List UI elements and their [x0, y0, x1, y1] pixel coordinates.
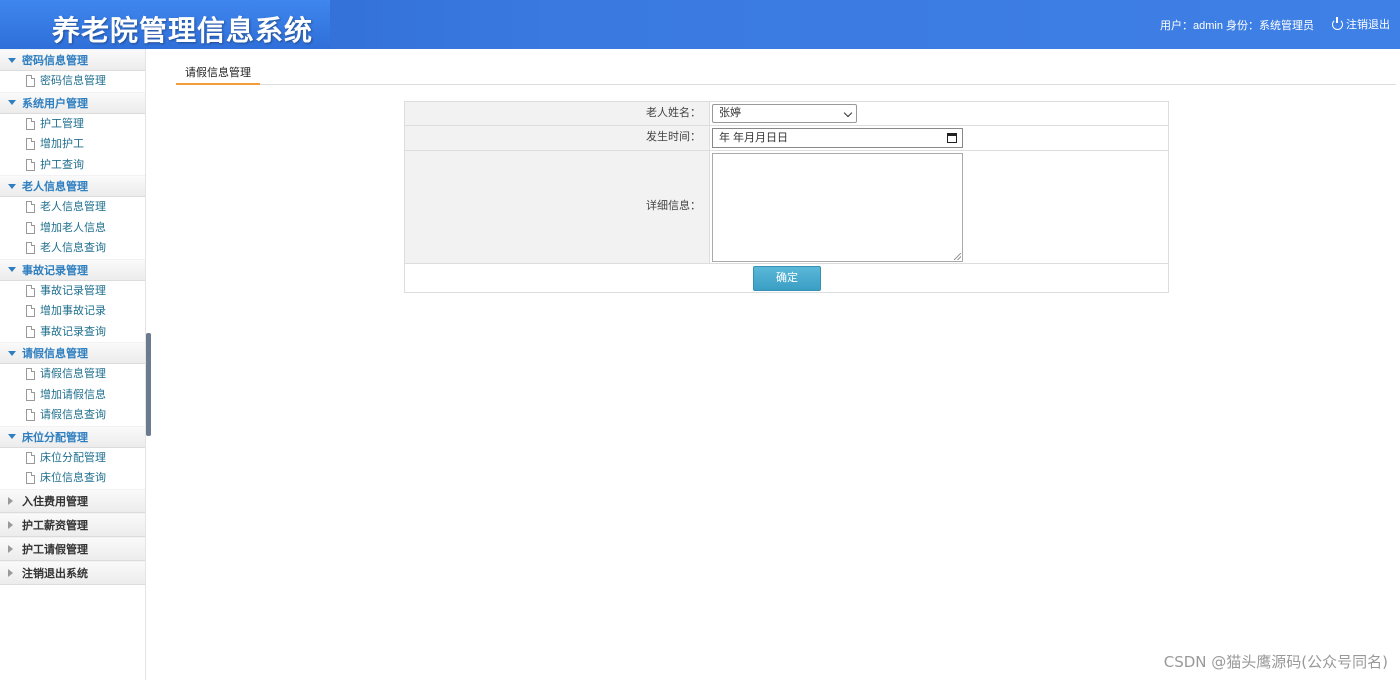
- resize-grip-icon[interactable]: [954, 253, 961, 260]
- sidebar-item-bed-query[interactable]: 床位信息查询: [0, 468, 145, 489]
- name-label: 老人姓名：: [405, 102, 710, 125]
- detail-label: 详细信息：: [405, 151, 710, 263]
- app-header: 养老院管理信息系统 用户：admin 身份：系统管理员 注销退出: [0, 0, 1400, 49]
- document-icon: [26, 201, 35, 213]
- sidebar-group-leave[interactable]: 请假信息管理: [0, 342, 145, 364]
- document-icon: [26, 284, 35, 297]
- form-row-submit: 确定: [405, 264, 1168, 293]
- chevron-down-icon: [8, 350, 16, 356]
- time-label: 发生时间：: [405, 126, 710, 150]
- sidebar-item-add-leave[interactable]: 增加请假信息: [0, 385, 145, 406]
- document-icon: [26, 138, 35, 150]
- date-input[interactable]: 年 年月月日日: [712, 128, 963, 148]
- chevron-down-icon: [8, 57, 16, 63]
- sidebar-item-password-manage[interactable]: 密码信息管理: [0, 71, 145, 92]
- tab-bar: 请假信息管理: [176, 58, 1396, 85]
- sidebar-group-password[interactable]: 密码信息管理: [0, 49, 145, 71]
- form-row-name: 老人姓名： 张婷: [405, 102, 1168, 126]
- sidebar-item-nurse-query[interactable]: 护工查询: [0, 155, 145, 176]
- chevron-down-icon: [8, 183, 16, 189]
- chevron-right-icon: [8, 544, 13, 553]
- document-icon: [26, 242, 35, 254]
- logout-label: 注销退出: [1346, 19, 1390, 31]
- form-row-time: 发生时间： 年 年月月日日: [405, 126, 1168, 151]
- chevron-down-icon: [8, 434, 16, 440]
- sidebar-item-add-elderly[interactable]: 增加老人信息: [0, 218, 145, 239]
- document-icon: [26, 368, 35, 380]
- form-row-detail: 详细信息：: [405, 151, 1168, 264]
- sidebar-group-system-users[interactable]: 系统用户管理: [0, 91, 145, 114]
- leave-form: 老人姓名： 张婷 发生时间： 年 年月月日日 详细信息： 确定: [404, 101, 1169, 293]
- sidebar-item-elderly-manage[interactable]: 老人信息管理: [0, 197, 145, 218]
- chevron-down-icon: [8, 100, 16, 106]
- sidebar-group-nurse-leave[interactable]: 护工请假管理: [0, 536, 145, 561]
- chevron-right-icon: [8, 520, 13, 529]
- sidebar-group-salary[interactable]: 护工薪资管理: [0, 512, 145, 537]
- sidebar-group-elderly[interactable]: 老人信息管理: [0, 175, 145, 197]
- chevron-down-icon: [8, 267, 16, 273]
- document-icon: [26, 409, 35, 421]
- sidebar-item-leave-query[interactable]: 请假信息查询: [0, 405, 145, 426]
- document-icon: [26, 221, 35, 234]
- document-icon: [26, 158, 35, 171]
- sidebar-group-fees[interactable]: 入住费用管理: [0, 488, 145, 513]
- app-title: 养老院管理信息系统: [52, 14, 314, 47]
- submit-button[interactable]: 确定: [753, 266, 821, 291]
- sidebar-item-add-accident[interactable]: 增加事故记录: [0, 301, 145, 322]
- calendar-icon[interactable]: [947, 133, 957, 143]
- sidebar: 密码信息管理 密码信息管理 系统用户管理 护工管理 增加护工 护工查询 老人信息…: [0, 49, 146, 680]
- sidebar-item-elderly-query[interactable]: 老人信息查询: [0, 238, 145, 259]
- elderly-name-select[interactable]: 张婷: [712, 104, 857, 123]
- document-icon: [26, 388, 35, 401]
- detail-textarea[interactable]: [712, 153, 963, 262]
- document-icon: [26, 75, 35, 87]
- sidebar-item-add-nurse[interactable]: 增加护工: [0, 134, 145, 155]
- sidebar-item-leave-manage[interactable]: 请假信息管理: [0, 364, 145, 385]
- watermark: CSDN @猫头鹰源码(公众号同名): [1163, 653, 1388, 671]
- sidebar-group-bed[interactable]: 床位分配管理: [0, 425, 145, 448]
- document-icon: [26, 451, 35, 464]
- document-icon: [26, 325, 35, 338]
- power-icon: [1332, 16, 1343, 30]
- logout-link[interactable]: 注销退出: [1332, 16, 1390, 32]
- user-info: 用户：admin 身份：系统管理员: [1159, 20, 1314, 32]
- tab-leave-manage[interactable]: 请假信息管理: [176, 58, 260, 85]
- sidebar-group-accident[interactable]: 事故记录管理: [0, 258, 145, 281]
- document-icon: [26, 472, 35, 484]
- sidebar-splitter[interactable]: [146, 333, 151, 436]
- document-icon: [26, 117, 35, 130]
- sidebar-item-accident-manage[interactable]: 事故记录管理: [0, 281, 145, 302]
- chevron-right-icon: [8, 496, 13, 505]
- sidebar-item-nurse-manage[interactable]: 护工管理: [0, 114, 145, 135]
- sidebar-item-accident-query[interactable]: 事故记录查询: [0, 322, 145, 343]
- sidebar-group-logout[interactable]: 注销退出系统: [0, 560, 145, 585]
- chevron-down-icon: [843, 108, 853, 118]
- chevron-right-icon: [8, 568, 13, 577]
- sidebar-item-bed-assign[interactable]: 床位分配管理: [0, 448, 145, 469]
- document-icon: [26, 305, 35, 317]
